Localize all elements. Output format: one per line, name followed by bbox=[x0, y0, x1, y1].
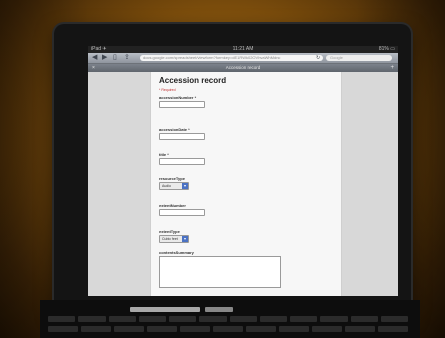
battery-indicator: 81% ▭ bbox=[378, 46, 395, 52]
forward-arrow-icon[interactable]: ▶ bbox=[102, 54, 107, 62]
close-tab-icon[interactable]: × bbox=[92, 64, 95, 72]
status-bar: iPad ✈ 11:21 AM 81% ▭ bbox=[88, 46, 398, 53]
reload-icon[interactable]: ↻ bbox=[316, 54, 320, 62]
resource-type-label: resourceType bbox=[159, 176, 185, 181]
extent-number-input[interactable] bbox=[159, 209, 205, 216]
resource-type-value: Audio bbox=[162, 184, 171, 188]
url-field[interactable]: docs.google.com/spreadsheet/viewform?for… bbox=[140, 55, 323, 61]
status-time: 11:21 AM bbox=[232, 46, 254, 52]
accession-number-label: accessionNumber * bbox=[159, 95, 197, 100]
keyboard-brand-mark bbox=[130, 307, 200, 312]
ipad-screen: iPad ✈ 11:21 AM 81% ▭ ◀ ▶ ▯ ⇪ docs.googl… bbox=[88, 46, 398, 296]
url-text: docs.google.com/spreadsheet/viewform?for… bbox=[143, 55, 281, 60]
accession-date-label: accessionDate * bbox=[159, 127, 190, 132]
form-page: Accession record * Required accessionNum… bbox=[150, 72, 342, 296]
extent-type-select[interactable]: Cubic feet ▾ bbox=[159, 235, 189, 243]
tab-bar: × Accession record + bbox=[88, 64, 398, 72]
keyboard-brand-mark bbox=[205, 307, 233, 312]
resource-type-select[interactable]: Audio ▾ bbox=[159, 182, 189, 190]
share-icon[interactable]: ⇪ bbox=[124, 54, 130, 62]
title-input[interactable] bbox=[159, 158, 205, 165]
bookmarks-icon[interactable]: ▯ bbox=[113, 54, 117, 62]
title-label: title * bbox=[159, 152, 169, 157]
contents-summary-textarea[interactable] bbox=[159, 256, 281, 288]
back-arrow-icon[interactable]: ◀ bbox=[92, 54, 97, 62]
web-content: Accession record * Required accessionNum… bbox=[88, 72, 398, 296]
accession-number-input[interactable] bbox=[159, 101, 205, 108]
extent-type-label: extentType bbox=[159, 229, 180, 234]
extent-number-label: extentNumber bbox=[159, 203, 186, 208]
accession-date-input[interactable] bbox=[159, 133, 205, 140]
extent-type-value: Cubic feet bbox=[162, 237, 178, 241]
required-note: * Required bbox=[159, 88, 176, 92]
new-tab-icon[interactable]: + bbox=[390, 64, 394, 72]
dropdown-arrow-icon: ▾ bbox=[182, 183, 188, 189]
form-title: Accession record bbox=[159, 76, 227, 85]
contents-summary-label: contentsSummary bbox=[159, 250, 194, 255]
keyboard-row bbox=[48, 326, 408, 332]
browser-toolbar: ◀ ▶ ▯ ⇪ docs.google.com/spreadsheet/view… bbox=[88, 53, 398, 64]
search-input[interactable]: Google bbox=[326, 55, 392, 61]
dropdown-arrow-icon: ▾ bbox=[182, 236, 188, 242]
search-placeholder: Google bbox=[330, 55, 343, 60]
tab-title[interactable]: Accession record bbox=[226, 65, 261, 70]
keyboard-row bbox=[48, 316, 408, 322]
